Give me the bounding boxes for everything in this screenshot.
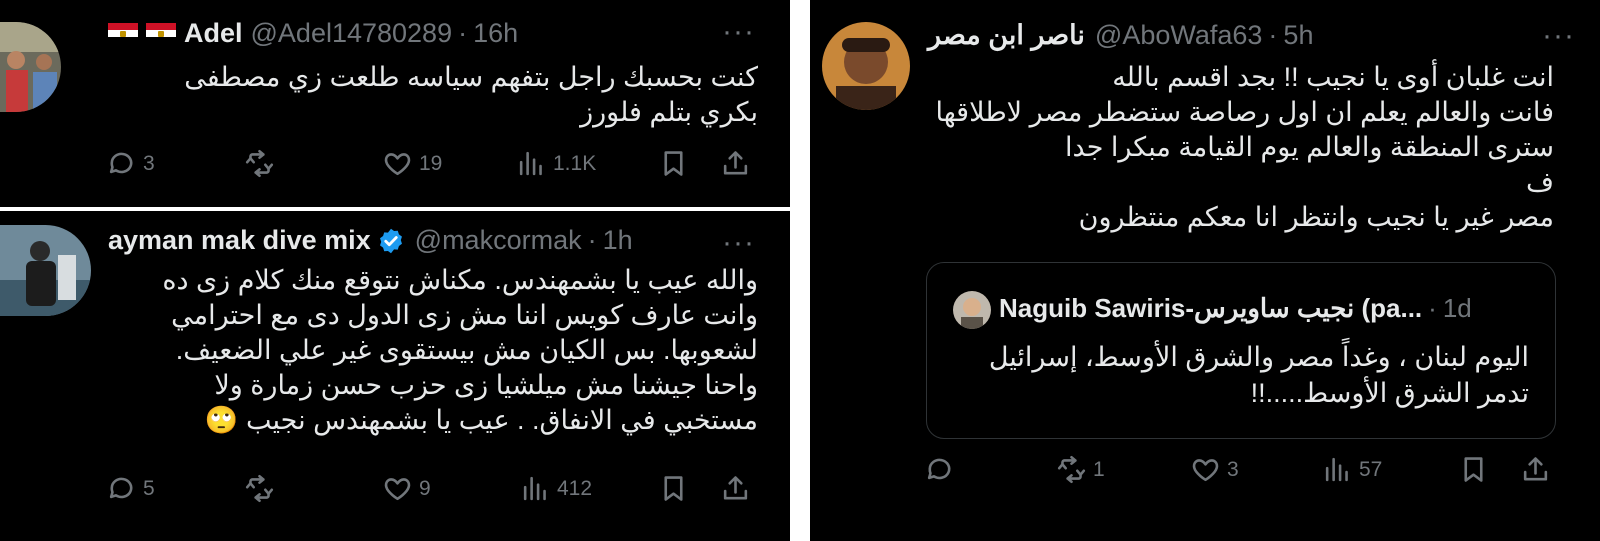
reply-button[interactable]: 3	[106, 148, 155, 179]
tweet-adel[interactable]: Adel @Adel14780289 · 16h ··· كنت بحسبك ر…	[0, 0, 790, 207]
share-button[interactable]	[1520, 454, 1551, 485]
reply-icon	[106, 473, 137, 504]
action-bar: 1 3 57	[810, 454, 1600, 494]
like-icon	[382, 473, 413, 504]
separator-dot: ·	[1428, 293, 1437, 323]
timestamp[interactable]: 5h	[1283, 20, 1313, 51]
like-button[interactable]: 9	[382, 473, 431, 504]
bookmark-button[interactable]	[658, 148, 689, 179]
like-icon	[1190, 454, 1221, 485]
tweet-ayman[interactable]: ayman mak dive mix @makcormak · 1h ··· و…	[0, 211, 790, 541]
more-icon[interactable]: ···	[1542, 21, 1575, 51]
display-name[interactable]: Adel	[184, 18, 243, 49]
tweet-nasser[interactable]: ناصر ابن مصر @AboWafa63 · 5h ··· انت غلب…	[810, 0, 1600, 541]
tweet-text: كنت بحسبك راجل بتفهم سياسه طلعت زي مصطفى…	[184, 62, 758, 127]
verified-badge-icon	[379, 228, 402, 253]
bookmark-icon	[658, 473, 689, 504]
user-handle[interactable]: @Adel14780289	[251, 18, 453, 49]
user-handle[interactable]: @AboWafa63	[1095, 20, 1263, 51]
repost-button[interactable]: 1	[1056, 454, 1105, 485]
action-bar: 5 9 412	[0, 473, 790, 513]
repost-icon	[244, 473, 275, 504]
like-icon	[382, 148, 413, 179]
bookmark-icon	[1458, 454, 1489, 485]
repost-icon	[244, 148, 275, 179]
repost-button[interactable]	[244, 473, 281, 504]
more-icon[interactable]: ···	[722, 17, 755, 47]
like-button[interactable]: 19	[382, 148, 442, 179]
quoted-timestamp[interactable]: 1d	[1443, 293, 1472, 324]
reply-button[interactable]: 5	[106, 473, 155, 504]
share-icon	[720, 148, 751, 179]
display-name[interactable]: ayman mak dive mix	[108, 225, 371, 256]
avatar[interactable]	[0, 225, 91, 316]
action-bar: 3 19 1.1K	[0, 148, 790, 188]
views-icon	[1322, 454, 1353, 485]
repost-icon	[1056, 454, 1087, 485]
tweet-text: انت غلبان أوى يا نجيب !! بجد اقسم بالله …	[935, 62, 1555, 232]
user-handle[interactable]: @makcormak	[415, 225, 582, 256]
share-button[interactable]	[720, 148, 751, 179]
quoted-avatar[interactable]	[953, 291, 991, 329]
tweet-text: والله عيب يا بشمهندس. مكناش نتوقع منك كل…	[162, 265, 758, 435]
separator-dot: ·	[1268, 20, 1278, 50]
repost-button[interactable]	[244, 148, 281, 179]
avatar[interactable]	[822, 22, 910, 110]
quoted-text: اليوم لبنان ، وغداً مصر والشرق الأوسط، إ…	[988, 342, 1529, 408]
views-button[interactable]: 1.1K	[516, 148, 596, 179]
bookmark-button[interactable]	[1458, 454, 1489, 485]
views-icon	[516, 148, 547, 179]
like-button[interactable]: 3	[1190, 454, 1239, 485]
more-icon[interactable]: ···	[722, 228, 755, 258]
views-button[interactable]: 57	[1322, 454, 1382, 485]
egypt-flag-icon	[108, 22, 138, 45]
reply-icon	[924, 454, 955, 485]
share-button[interactable]	[720, 473, 751, 504]
timestamp[interactable]: 16h	[473, 18, 518, 49]
views-button[interactable]: 412	[520, 473, 592, 504]
separator-dot: ·	[587, 225, 597, 255]
share-icon	[1520, 454, 1551, 485]
reply-icon	[106, 148, 137, 179]
views-icon	[520, 473, 551, 504]
bookmark-button[interactable]	[658, 473, 689, 504]
bookmark-icon	[658, 148, 689, 179]
display-name[interactable]: ناصر ابن مصر	[928, 20, 1085, 51]
avatar[interactable]	[0, 22, 61, 112]
separator-dot: ·	[458, 18, 468, 48]
reply-button[interactable]	[924, 454, 961, 485]
quoted-display-name[interactable]: Naguib Sawiris-نجيب ساويرس (pa...	[999, 293, 1422, 324]
egypt-flag-icon	[146, 22, 176, 45]
timestamp[interactable]: 1h	[603, 225, 633, 256]
quoted-tweet[interactable]: Naguib Sawiris-نجيب ساويرس (pa... · 1d ا…	[926, 262, 1556, 439]
share-icon	[720, 473, 751, 504]
